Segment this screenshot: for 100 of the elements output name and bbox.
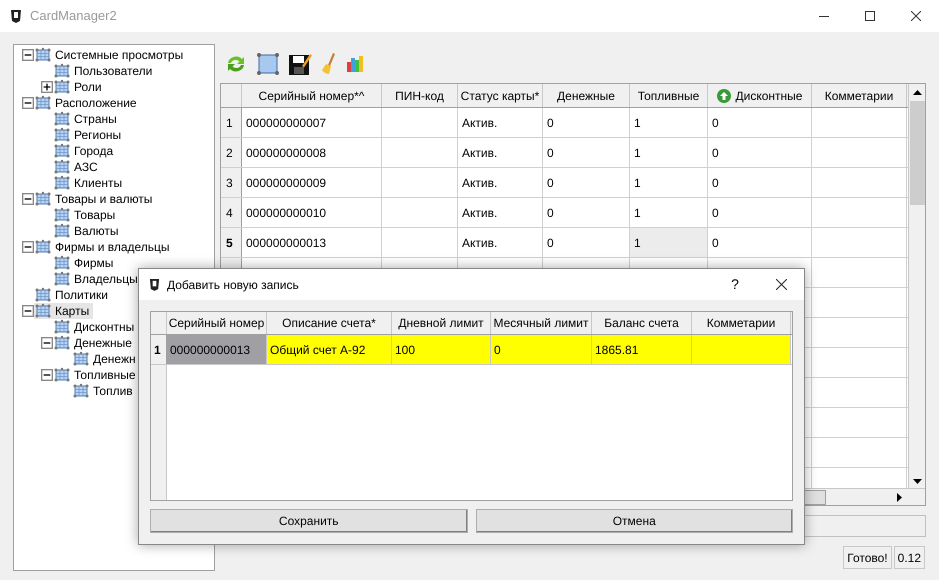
- column-header[interactable]: Описание счета*: [267, 312, 392, 334]
- grid-node-icon: [53, 63, 71, 79]
- table-cell: 0: [543, 108, 630, 137]
- tree-item[interactable]: Товары: [53, 207, 120, 223]
- row-header[interactable]: 3: [221, 168, 242, 197]
- tree-item[interactable]: Города: [53, 143, 118, 159]
- grid-node-icon: [53, 79, 71, 95]
- grid-node-icon: [34, 47, 52, 63]
- tree-item[interactable]: Дисконтны: [53, 319, 138, 335]
- grid-node-icon: [53, 223, 71, 239]
- maximize-icon: [865, 11, 875, 21]
- tree-item[interactable]: Политики: [34, 287, 112, 303]
- row-header[interactable]: 2: [221, 138, 242, 167]
- tree-item[interactable]: Фирмы и владельцы: [34, 239, 174, 255]
- tree-item[interactable]: Владельцы: [53, 271, 142, 287]
- table-cell: 1: [630, 138, 708, 167]
- collapse-icon[interactable]: [22, 49, 34, 61]
- table-cell: 1: [630, 168, 708, 197]
- row-header[interactable]: 1: [151, 335, 167, 364]
- tree-item[interactable]: Карты: [34, 303, 94, 319]
- grid-node-icon: [53, 175, 71, 191]
- close-icon: [911, 11, 921, 21]
- tree-item-label: Денежн: [93, 353, 136, 365]
- table-cell: 1: [630, 228, 708, 257]
- help-button[interactable]: ?: [712, 269, 758, 300]
- row-header[interactable]: 1: [221, 108, 242, 137]
- column-header[interactable]: ПИН-код: [382, 84, 458, 107]
- grid-node-icon: [53, 143, 71, 159]
- table-cell: 000000000009: [242, 168, 382, 197]
- column-header[interactable]: Комметарии: [692, 312, 791, 334]
- table-cell: 1865.81: [592, 335, 692, 364]
- cancel-button[interactable]: Отмена: [476, 509, 793, 533]
- tree-item[interactable]: Страны: [53, 111, 121, 127]
- column-header[interactable]: Топливные: [630, 84, 708, 107]
- tree-item[interactable]: Пользователи: [53, 63, 156, 79]
- column-header[interactable]: Комметарии: [812, 84, 907, 107]
- tree-item[interactable]: Расположение: [34, 95, 141, 111]
- collapse-icon[interactable]: [22, 97, 34, 109]
- tree-item-label: Клиенты: [74, 177, 122, 189]
- tree-item[interactable]: АЗС: [53, 159, 102, 175]
- tree-item-label: Фирмы: [74, 257, 114, 269]
- column-header[interactable]: Месячный лимит: [491, 312, 592, 334]
- row-header[interactable]: 4: [221, 198, 242, 227]
- tree-item[interactable]: Валюты: [53, 223, 123, 239]
- tree-item[interactable]: Топлив: [72, 383, 137, 399]
- grid-node-icon: [53, 207, 71, 223]
- collapse-icon[interactable]: [41, 337, 53, 349]
- tree-item[interactable]: Системные просмотры: [34, 47, 188, 63]
- column-header[interactable]: Серийный номер*^: [242, 84, 382, 107]
- scroll-thumb[interactable]: [910, 101, 924, 205]
- tree-item[interactable]: Денежн: [72, 351, 140, 367]
- grid-node-icon: [53, 127, 71, 143]
- collapse-icon[interactable]: [22, 241, 34, 253]
- dialog-title: Добавить новую запись: [167, 276, 299, 294]
- grid-node-icon: [34, 191, 52, 207]
- vertical-scrollbar[interactable]: [908, 84, 925, 490]
- tree-item[interactable]: Клиенты: [53, 175, 126, 191]
- bar-chart-icon[interactable]: [346, 54, 366, 74]
- tree-item[interactable]: Денежные: [53, 335, 136, 351]
- tree-item-label: Топливные: [74, 369, 136, 381]
- selection-frame-icon[interactable]: [256, 52, 280, 76]
- tree-item[interactable]: Роли: [53, 79, 106, 95]
- grid-node-icon: [53, 111, 71, 127]
- tree-item[interactable]: Регионы: [53, 127, 126, 143]
- tree-item-label: Карты: [55, 305, 90, 317]
- tree-item-label: Политики: [55, 289, 108, 301]
- column-header[interactable]: Серийный номер: [167, 312, 267, 334]
- table-cell: 0: [543, 168, 630, 197]
- column-header[interactable]: Дневной лимит: [392, 312, 491, 334]
- tree-item[interactable]: Фирмы: [53, 255, 118, 271]
- tree-item[interactable]: Товары и валюты: [34, 191, 156, 207]
- tree-item-label: Денежные: [74, 337, 132, 349]
- status-message: Готово!: [843, 546, 892, 569]
- column-header[interactable]: Денежные: [543, 84, 630, 107]
- tree-item-label: Регионы: [74, 129, 122, 141]
- tree-item-label: Дисконтны: [74, 321, 134, 333]
- tree-item-label: Роли: [74, 81, 102, 93]
- version-label: 0.12: [894, 546, 925, 569]
- broom-icon[interactable]: [320, 52, 338, 76]
- tree-item-label: Страны: [74, 113, 117, 125]
- table-cell: 0: [708, 108, 812, 137]
- table-cell: 0: [708, 168, 812, 197]
- column-header[interactable]: Статус карты*: [458, 84, 543, 107]
- expand-icon[interactable]: [41, 81, 53, 93]
- collapse-icon[interactable]: [22, 193, 34, 205]
- table-cell: Актив.: [458, 138, 543, 167]
- collapse-icon[interactable]: [22, 305, 34, 317]
- save-edit-icon[interactable]: [288, 52, 312, 76]
- tree-item-label: Фирмы и владельцы: [55, 241, 170, 253]
- collapse-icon[interactable]: [41, 369, 53, 381]
- grid-node-icon: [53, 255, 71, 271]
- close-icon: [776, 279, 786, 290]
- tree-item-label: Системные просмотры: [55, 49, 184, 61]
- save-button[interactable]: Сохранить: [150, 509, 468, 533]
- grid-node-icon: [34, 303, 52, 319]
- tree-item[interactable]: Топливные: [53, 367, 140, 383]
- table-cell: 000000000008: [242, 138, 382, 167]
- column-header[interactable]: Баланс счета: [592, 312, 692, 334]
- column-header[interactable]: Дисконтные: [708, 84, 812, 107]
- row-header[interactable]: 5: [221, 228, 242, 257]
